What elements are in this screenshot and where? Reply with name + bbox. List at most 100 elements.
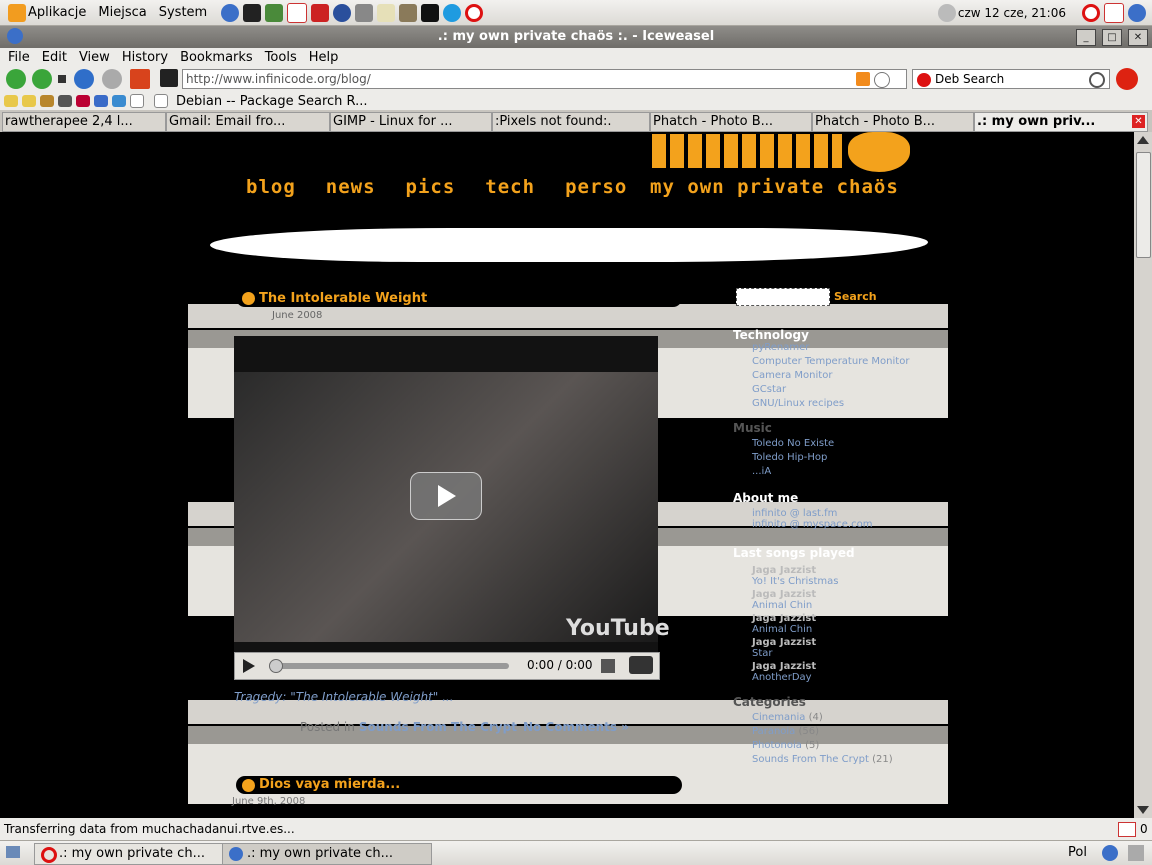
bookmark-icon[interactable]: [40, 95, 54, 107]
song-artist[interactable]: Jaga Jazzist: [752, 661, 948, 672]
terminal-launcher-icon[interactable]: [243, 3, 262, 22]
sidebar-link[interactable]: infinito @ last.fm: [733, 508, 948, 519]
folder-icon[interactable]: [22, 95, 36, 107]
sidebar-link[interactable]: GNU/Linux recipes: [733, 398, 948, 409]
tab-gmail[interactable]: Gmail: Email fro...: [166, 112, 330, 132]
gmail-tray-icon[interactable]: [1104, 2, 1124, 23]
category-item[interactable]: Paranoia (56): [733, 726, 948, 737]
tab-phatch-2[interactable]: Phatch - Photo B...: [812, 112, 974, 132]
applications-menu[interactable]: Aplikacje: [28, 5, 86, 20]
search-go-icon[interactable]: [1089, 72, 1105, 88]
scroll-down-icon[interactable]: [1137, 806, 1149, 814]
song-artist[interactable]: Jaga Jazzist: [752, 589, 948, 600]
seek-handle[interactable]: [269, 659, 283, 673]
song-artist[interactable]: Jaga Jazzist: [752, 565, 948, 576]
window-title-bar[interactable]: .: my own private chaös :. - Iceweasel _…: [0, 26, 1152, 48]
menu-help[interactable]: Help: [309, 50, 339, 65]
tab-gimp[interactable]: GIMP - Linux for ...: [330, 112, 492, 132]
browser-tray-icon[interactable]: [1102, 845, 1118, 861]
globe-launcher-icon[interactable]: [333, 3, 352, 22]
sidebar-link[interactable]: ...iA: [733, 466, 948, 477]
menu-edit[interactable]: Edit: [42, 50, 67, 65]
back-icon[interactable]: [6, 69, 26, 89]
home-icon[interactable]: [130, 69, 150, 89]
scroll-up-icon[interactable]: [1137, 136, 1149, 144]
disk-launcher-icon[interactable]: [355, 3, 374, 22]
gmail-launcher-icon[interactable]: [287, 2, 308, 23]
menu-file[interactable]: File: [8, 50, 30, 65]
search-input[interactable]: Deb Search: [912, 69, 1110, 89]
sidebar-link[interactable]: Computer Temperature Monitor: [733, 356, 948, 367]
taskbar-button-iceweasel[interactable]: .: my own private ch...: [222, 843, 432, 865]
places-menu[interactable]: Miejsca: [98, 5, 146, 20]
skype-launcher-icon[interactable]: [443, 3, 462, 22]
site-search-input[interactable]: [736, 288, 830, 306]
sidebar-link[interactable]: Camera Monitor: [733, 370, 948, 381]
sidebar-link[interactable]: GCstar: [733, 384, 948, 395]
page-icon[interactable]: [154, 94, 168, 108]
menu-view[interactable]: View: [79, 50, 110, 65]
tab-close-icon[interactable]: ✕: [1132, 115, 1145, 128]
opera-tray-icon[interactable]: [1082, 3, 1100, 22]
editor-launcher-icon[interactable]: [377, 3, 396, 22]
scroll-thumb[interactable]: [1136, 152, 1151, 258]
bookmark-star-icon[interactable]: [874, 72, 890, 88]
comments-link[interactable]: No Comments »: [523, 720, 629, 734]
bookmark-icon[interactable]: [58, 95, 72, 107]
gmail-notifier-icon[interactable]: [1118, 822, 1136, 837]
filezilla-launcher-icon[interactable]: [311, 3, 330, 22]
song-artist[interactable]: Jaga Jazzist: [752, 637, 948, 648]
monitor-launcher-icon[interactable]: [265, 3, 284, 22]
history-dropdown-icon[interactable]: [58, 75, 66, 83]
search-engine-icon[interactable]: [917, 72, 931, 87]
play-button[interactable]: [410, 472, 482, 520]
tab-rawtherapee[interactable]: rawtherapee 2,4 l...: [2, 112, 166, 132]
category-item[interactable]: Cinemania (4): [733, 712, 948, 723]
menu-bookmarks[interactable]: Bookmarks: [180, 50, 253, 65]
menu-history[interactable]: History: [122, 50, 168, 65]
sidebar-link[interactable]: infinito @ myspace.com: [733, 519, 948, 530]
foot-icon[interactable]: [8, 3, 26, 22]
bookmark-icon[interactable]: [76, 95, 90, 107]
vertical-scrollbar[interactable]: [1134, 132, 1152, 818]
category-item[interactable]: Photonoia (5): [733, 740, 948, 751]
song-artist[interactable]: Jaga Jazzist: [752, 613, 948, 624]
post-title-2[interactable]: Dios vaya mierda...: [259, 777, 400, 792]
sidebar-link[interactable]: pyRenamer: [733, 342, 948, 353]
clock[interactable]: czw 12 cze, 21:06: [958, 6, 1066, 20]
sidebar-link[interactable]: Toledo Hip-Hop: [733, 452, 948, 463]
bookmark-icon[interactable]: [130, 94, 144, 108]
fullscreen-button[interactable]: [629, 656, 653, 674]
bookmark-icon[interactable]: [94, 95, 108, 107]
folder-icon[interactable]: [4, 95, 18, 107]
seek-bar[interactable]: [269, 663, 509, 669]
tab-pixels[interactable]: :Pixels not found:.: [492, 112, 650, 132]
nav-perso[interactable]: perso: [565, 176, 627, 198]
rss-icon[interactable]: [856, 72, 870, 86]
power-icon[interactable]: [937, 3, 956, 22]
nav-news[interactable]: news: [326, 176, 376, 198]
nav-blog[interactable]: blog: [246, 176, 296, 198]
trash-icon[interactable]: [1128, 845, 1144, 861]
gimp-launcher-icon[interactable]: [399, 3, 418, 22]
nav-tech[interactable]: tech: [485, 176, 535, 198]
stop-icon[interactable]: [102, 69, 122, 89]
globe-tray-icon[interactable]: [1128, 3, 1146, 22]
volume-icon[interactable]: [601, 659, 615, 673]
youtube-video[interactable]: YouTube: [234, 336, 670, 676]
minimize-button[interactable]: _: [1076, 29, 1096, 46]
reload-icon[interactable]: [74, 69, 94, 89]
url-bar[interactable]: http://www.infinicode.org/blog/: [182, 69, 907, 89]
bookmark-icon[interactable]: [112, 95, 126, 107]
opera-launcher-icon[interactable]: [465, 3, 484, 22]
show-desktop-icon[interactable]: [6, 846, 20, 858]
system-menu[interactable]: System: [159, 5, 207, 20]
post-title[interactable]: The Intolerable Weight: [259, 291, 427, 306]
tab-active-blog[interactable]: .: my own priv... ✕: [974, 112, 1148, 132]
site-search-button[interactable]: Search: [834, 290, 877, 303]
film-launcher-icon[interactable]: [421, 3, 440, 22]
post-category-link[interactable]: Sounds From The Crypt: [359, 720, 517, 734]
close-button[interactable]: ✕: [1128, 29, 1148, 46]
category-item[interactable]: Sounds From The Crypt (21): [733, 754, 948, 765]
bookmark-debian-package[interactable]: Debian -- Package Search R...: [176, 94, 368, 109]
